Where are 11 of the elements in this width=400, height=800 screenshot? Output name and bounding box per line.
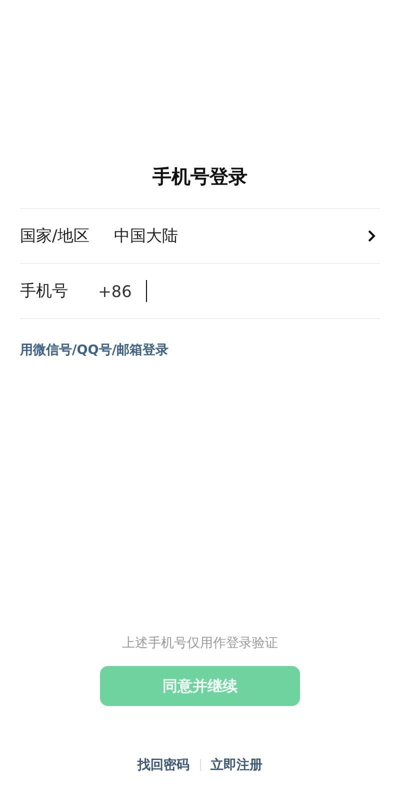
footer-link[interactable]: 找回密码 bbox=[138, 756, 190, 774]
field-label: 手机号 bbox=[20, 280, 69, 302]
chevron-right-icon[interactable] bbox=[367, 229, 376, 243]
text-cursor bbox=[146, 280, 147, 302]
region-select[interactable]: 中国大陆 bbox=[114, 226, 367, 246]
page-title: 手机号登录 bbox=[152, 165, 248, 190]
footer-link[interactable]: 立即注册 bbox=[210, 756, 262, 774]
hint-text: 上述手机号仅用作登录验证 bbox=[121, 635, 279, 652]
alt-login-link[interactable]: 用微信号/QQ号/邮箱登录 bbox=[20, 341, 169, 359]
field-label: 国家/地区 bbox=[20, 226, 90, 246]
country-code: +86 bbox=[98, 282, 132, 300]
